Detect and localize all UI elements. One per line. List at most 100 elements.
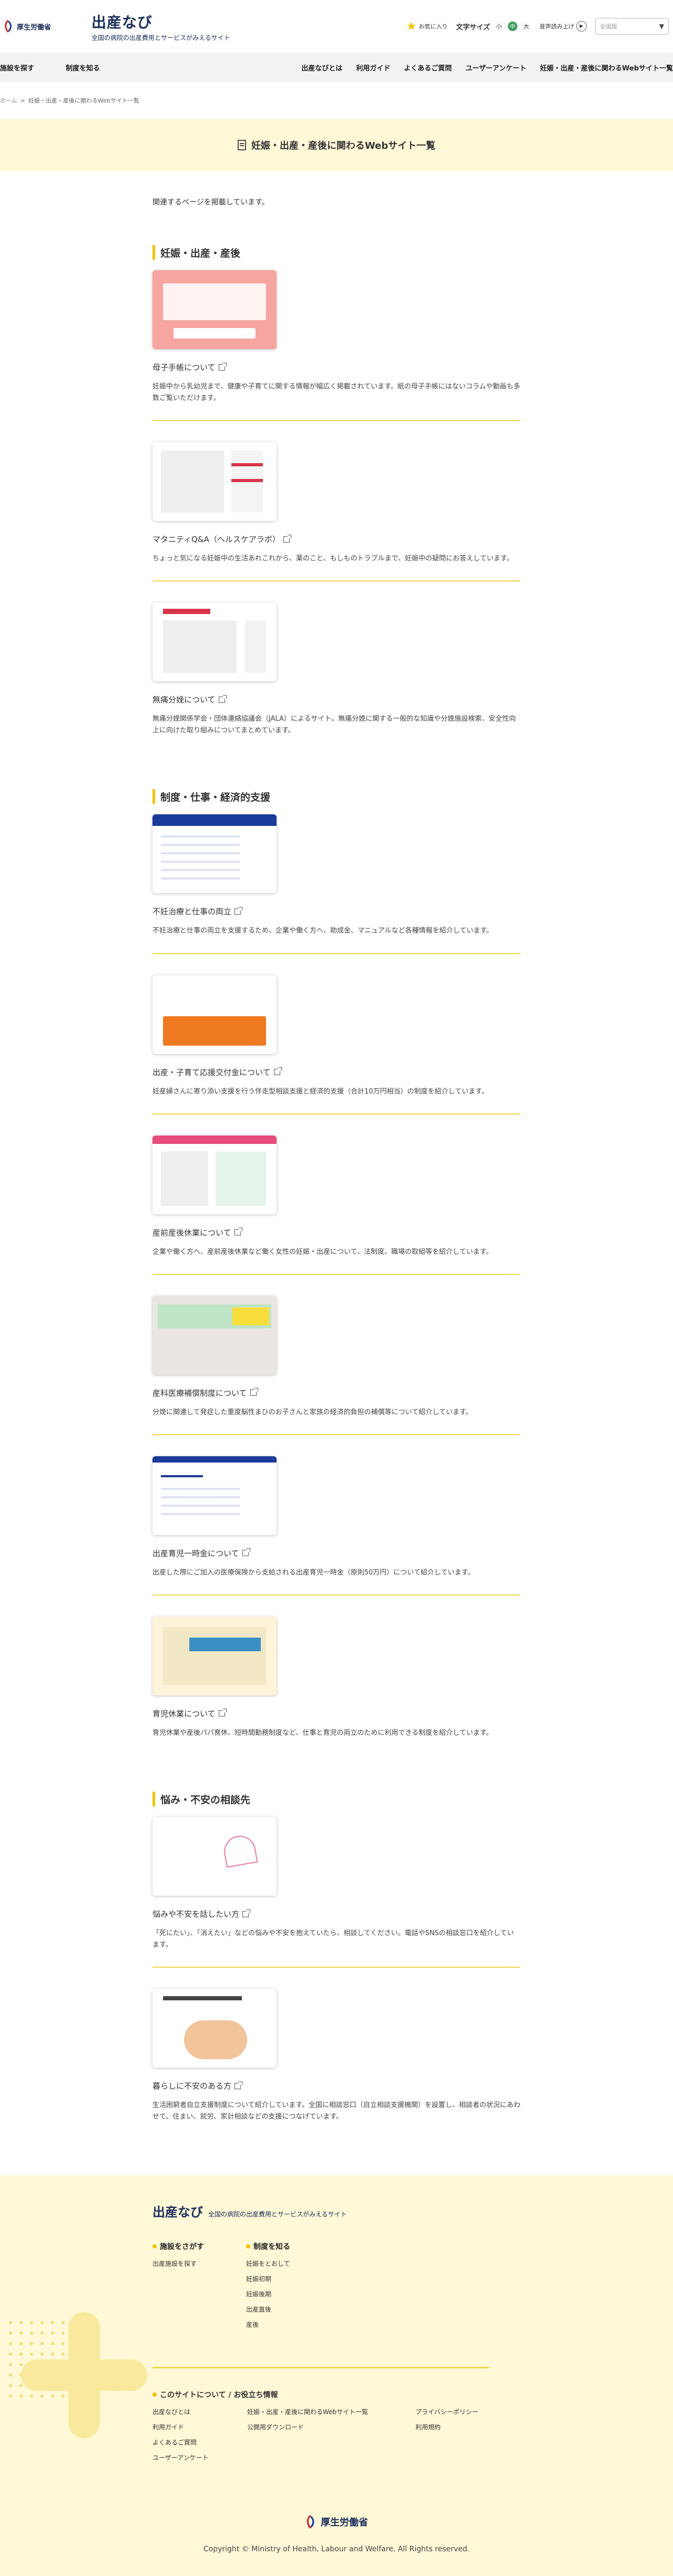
footer-col-title: 制度を知る (253, 2243, 290, 2252)
item-link[interactable]: 悩みや不安を話したい方 (152, 1908, 521, 1919)
section-title: 制度・仕事・経済的支援 (160, 791, 271, 803)
mhlw-logo-icon (307, 2515, 314, 2529)
nav-item-websites[interactable]: 妊娠・出産・産後に関わるWebサイト一覧 (540, 63, 673, 73)
nav-item-guide[interactable]: 利用ガイド (356, 63, 390, 73)
item-link[interactable]: 不妊治療と仕事の両立 (152, 906, 521, 917)
item-title: 無痛分娩について (152, 695, 216, 705)
footer-link[interactable]: 妊娠初期 (246, 2274, 290, 2283)
site-thumbnail[interactable] (152, 975, 277, 1054)
list-item: 産前産後休業について 企業や働く方へ、産前産後休業など働く女性の妊娠・出産につい… (152, 1135, 521, 1275)
external-link-icon (273, 1067, 282, 1076)
site-name-link[interactable]: 出産なび 全国の病院の出産費用とサービスがみえるサイト (91, 11, 230, 42)
favorite-label: お気に入り (419, 23, 448, 30)
item-title: 出産育児一時金について (152, 1548, 239, 1558)
nav-item-about[interactable]: 出産なびとは (301, 63, 342, 73)
footer-link[interactable]: 妊娠後期 (246, 2289, 290, 2298)
item-description: 出産した際にご加入の医療保険から支給される出産育児一時金（原則50万円）について… (152, 1568, 475, 1577)
item-title: 育児休業について (152, 1709, 216, 1719)
item-link[interactable]: 母子手帳について (152, 362, 521, 373)
footer-decoration-cross (21, 2312, 147, 2439)
footer-about: このサイトについて / お役立ち情報 出産なびとは 妊娠・出産・産後に関わるWe… (152, 2389, 521, 2462)
list-item: 育児休業について 育児休業や産後パパ育休、短時間勤務制度など、仕事と育児の両立の… (152, 1616, 521, 1755)
page-header: 妊娠・出産・産後に関わるWebサイト一覧 (0, 119, 673, 171)
external-link-icon (218, 1709, 227, 1717)
voice-read-button[interactable]: 音声読み上げ ▶ (539, 21, 587, 32)
fontsize-large-button[interactable]: 大 (522, 22, 531, 31)
footer-about-title: このサイトについて / お役立ち情報 (160, 2391, 278, 2400)
chevron-down-icon: ▼ (659, 23, 664, 30)
site-thumbnail[interactable] (152, 1456, 277, 1535)
nav-item-faq[interactable]: よくあるご質問 (404, 63, 452, 73)
footer-link[interactable]: ユーザーアンケート (152, 2453, 247, 2462)
footer-site-title: 出産なび 全国の病院の出産費用とサービスがみえるサイト (152, 2202, 521, 2220)
site-header: 厚生労働省 出産なび 全国の病院の出産費用とサービスがみえるサイト ★ お気に入… (0, 0, 673, 53)
breadcrumb-home[interactable]: ホーム (0, 96, 17, 105)
footer-link[interactable]: 利用規約 (415, 2422, 521, 2431)
fontsize-mid-button[interactable]: 中 (508, 22, 517, 31)
region-select[interactable]: 全国版 ▼ (595, 18, 669, 35)
site-thumbnail[interactable] (152, 1135, 277, 1214)
footer-link[interactable]: 妊娠・出産・産後に関わるWebサイト一覧 (247, 2407, 415, 2416)
voice-label: 音声読み上げ (539, 23, 574, 30)
footer-link[interactable]: 出産なびとは (152, 2407, 247, 2416)
footer-link[interactable]: プライバシーポリシー (415, 2407, 521, 2416)
list-item: 不妊治療と仕事の両立 不妊治療と仕事の両立を支援するため、企業や働く方へ、助成金… (152, 814, 521, 954)
footer-link[interactable]: 産後 (246, 2320, 290, 2329)
nav-item-facility[interactable]: 施設を探す (0, 63, 34, 73)
footer-link[interactable]: よくあるご質問 (152, 2438, 247, 2447)
nav-item-system[interactable]: 制度を知る (66, 63, 100, 73)
section-accent-bar (152, 245, 155, 260)
list-item: 出産・子育て応援交付金について 妊産婦さんに寄り添い支援を行う伴走型相談支援と経… (152, 975, 521, 1115)
nav-item-survey[interactable]: ユーザーアンケート (465, 63, 526, 73)
site-thumbnail[interactable] (152, 1989, 277, 2068)
footer-col-title: 施設をさがす (160, 2243, 204, 2252)
list-item: マタニティQ&A（ヘルスケアラボ） ちょっと気になる妊娠中の生活あれこれから、薬… (152, 442, 521, 582)
item-link[interactable]: 産科医療補償制度について (152, 1387, 521, 1398)
footer-link[interactable]: 妊娠をとおして (246, 2259, 290, 2268)
external-link-icon (218, 362, 227, 371)
item-description: 企業や働く方へ、産前産後休業など働く女性の妊娠・出産について、法制度、職場の取組… (152, 1248, 493, 1256)
list-item: 産科医療補償制度について 分娩に関連して発症した重度脳性まひのお子さんと家族の経… (152, 1295, 521, 1435)
section-heading: 妊娠・出産・産後 (152, 245, 521, 260)
site-thumbnail[interactable] (152, 602, 277, 682)
item-description: 不妊治療と仕事の両立を支援するため、企業や働く方へ、助成金、マニュアルなど各種情… (152, 927, 493, 935)
site-thumbnail[interactable] (152, 814, 277, 894)
footer-site-name: 出産なび (152, 2205, 203, 2220)
copyright: Copyright © Ministry of Health, Labour a… (203, 2545, 470, 2554)
item-link[interactable]: 産前産後休業について (152, 1227, 521, 1238)
footer-col-facility: 施設をさがす 出産施設を探す (152, 2241, 204, 2335)
list-item: 暮らしに不安のある方 生活困窮者自立支援制度について紹介しています。全国に相談窓… (152, 1989, 521, 2139)
item-link[interactable]: マタニティQ&A（ヘルスケアラボ） (152, 534, 521, 545)
favorite-button[interactable]: ★ お気に入り (406, 20, 448, 33)
fontsize-small-button[interactable]: 小 (494, 22, 504, 31)
item-title: 悩みや不安を話したい方 (152, 1909, 240, 1919)
footer-link[interactable]: 公開用ダウンロード (247, 2422, 415, 2431)
item-link[interactable]: 出産育児一時金について (152, 1548, 521, 1559)
site-thumbnail[interactable] (152, 1616, 277, 1695)
list-item: 母子手帳について 妊娠中から乳幼児まで、健康や子育てに関する情報が幅広く掲載され… (152, 270, 521, 422)
footer-link[interactable]: 出産施設を探す (152, 2259, 204, 2268)
item-title: 不妊治療と仕事の両立 (152, 907, 232, 917)
footer-divider (152, 2367, 489, 2369)
footer-mhlw-logo[interactable]: 厚生労働省 (152, 2514, 521, 2529)
site-subtitle: 全国の病院の出産費用とサービスがみえるサイト (91, 34, 230, 42)
site-thumbnail[interactable] (152, 442, 277, 522)
footer-link[interactable]: 利用ガイド (152, 2422, 247, 2431)
item-link[interactable]: 出産・子育て応援交付金について (152, 1067, 521, 1078)
external-link-icon (234, 906, 243, 915)
item-title: マタニティQ&A（ヘルスケアラボ） (152, 535, 280, 545)
site-thumbnail[interactable] (152, 270, 277, 349)
mhlw-logo[interactable]: 厚生労働省 (3, 19, 61, 33)
item-link[interactable]: 無痛分娩について (152, 694, 521, 705)
item-link[interactable]: 育児休業について (152, 1708, 521, 1719)
item-description: ちょっと気になる妊娠中の生活あれこれから、薬のこと、もしものトラブルまで、妊娠中… (152, 555, 514, 563)
document-icon (237, 140, 246, 150)
item-description: 無痛分娩関係学会・団体連絡協議会（JALA）によるサイト。無痛分娩に関する一般的… (152, 715, 516, 735)
site-thumbnail[interactable] (152, 1817, 277, 1896)
footer-link[interactable]: 出産直後 (246, 2305, 290, 2314)
breadcrumb: ホーム > 妊娠・出産・産後に関わるWebサイト一覧 (0, 82, 673, 119)
item-description: 妊産婦さんに寄り添い支援を行う伴走型相談支援と経済的支援（合計10万円相当）の制… (152, 1087, 488, 1096)
item-link[interactable]: 暮らしに不安のある方 (152, 2080, 521, 2091)
site-thumbnail[interactable] (152, 1295, 277, 1375)
star-icon: ★ (406, 19, 417, 33)
